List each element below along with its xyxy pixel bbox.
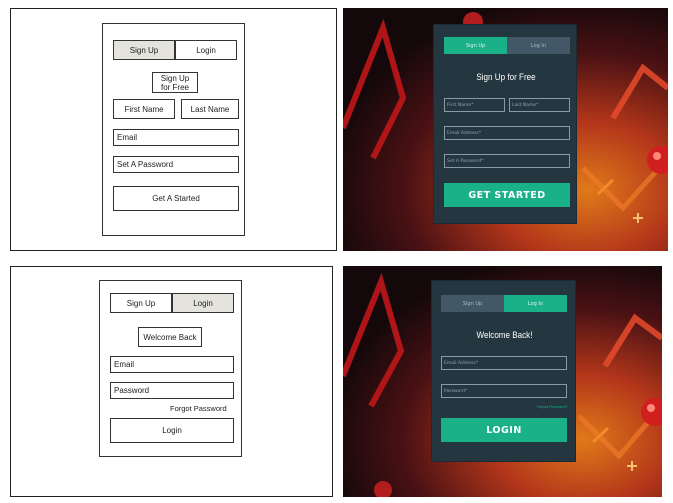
wf-first-name-field[interactable]: First Name: [113, 99, 175, 119]
mock-login-button[interactable]: LOGIN: [441, 418, 567, 442]
mock-email-field[interactable]: Email Address*: [444, 126, 570, 140]
mock-email-field[interactable]: Email Address*: [441, 356, 567, 370]
mock-welcome-title: Welcome Back!: [476, 330, 533, 341]
signup-mockup-panel: Sign Up Log In Sign Up for Free First Na…: [343, 8, 668, 251]
wf-signup-tab[interactable]: Sign Up: [113, 40, 175, 60]
wf-welcome-title: Welcome Back: [138, 327, 202, 347]
login-form-card: Sign Up Log In Welcome Back! Email Addre…: [431, 280, 576, 462]
mock-password-field[interactable]: Password*: [441, 384, 567, 398]
wf-password-field[interactable]: Password: [110, 382, 234, 399]
orb-shape: [653, 152, 661, 160]
mock-password-field[interactable]: Set A Password*: [444, 154, 570, 168]
wf-email-field[interactable]: Email: [113, 129, 239, 146]
orb-shape: [647, 404, 655, 412]
mock-get-started-button[interactable]: GET STARTED: [444, 183, 570, 207]
mock-signup-tab[interactable]: Sign Up: [444, 37, 507, 54]
mock-forgot-password-link[interactable]: Forgot Password?: [537, 405, 567, 409]
wf-signup-tab[interactable]: Sign Up: [110, 293, 172, 313]
mock-signup-title: Sign Up for Free: [476, 72, 536, 83]
mock-login-tab[interactable]: Log In: [504, 295, 567, 312]
mock-last-name-field[interactable]: Last Name*: [509, 98, 570, 112]
signup-form-card: Sign Up Log In Sign Up for Free First Na…: [433, 24, 577, 224]
login-wireframe-card: Sign Up Login Welcome Back Email Passwor…: [99, 280, 242, 457]
wf-signup-title: Sign Up for Free: [152, 72, 198, 93]
signup-wireframe-card: Sign Up Login Sign Up for Free First Nam…: [102, 23, 245, 236]
wf-login-button[interactable]: Login: [110, 418, 234, 443]
wf-email-field[interactable]: Email: [110, 356, 234, 373]
wf-login-tab[interactable]: Login: [175, 40, 237, 60]
wf-password-field[interactable]: Set A Password: [113, 156, 239, 173]
mock-first-name-field[interactable]: First Name*: [444, 98, 505, 112]
wf-forgot-password-link[interactable]: Forgot Password: [170, 404, 227, 413]
signup-wireframe-panel: Sign Up Login Sign Up for Free First Nam…: [10, 8, 337, 251]
login-mockup-panel: Sign Up Log In Welcome Back! Email Addre…: [343, 266, 662, 497]
login-wireframe-panel: Sign Up Login Welcome Back Email Passwor…: [10, 266, 333, 497]
wf-last-name-field[interactable]: Last Name: [181, 99, 239, 119]
wf-login-tab[interactable]: Login: [172, 293, 234, 313]
mock-signup-tab[interactable]: Sign Up: [441, 295, 504, 312]
mock-login-tab[interactable]: Log In: [507, 37, 570, 54]
wf-get-started-button[interactable]: Get A Started: [113, 186, 239, 211]
